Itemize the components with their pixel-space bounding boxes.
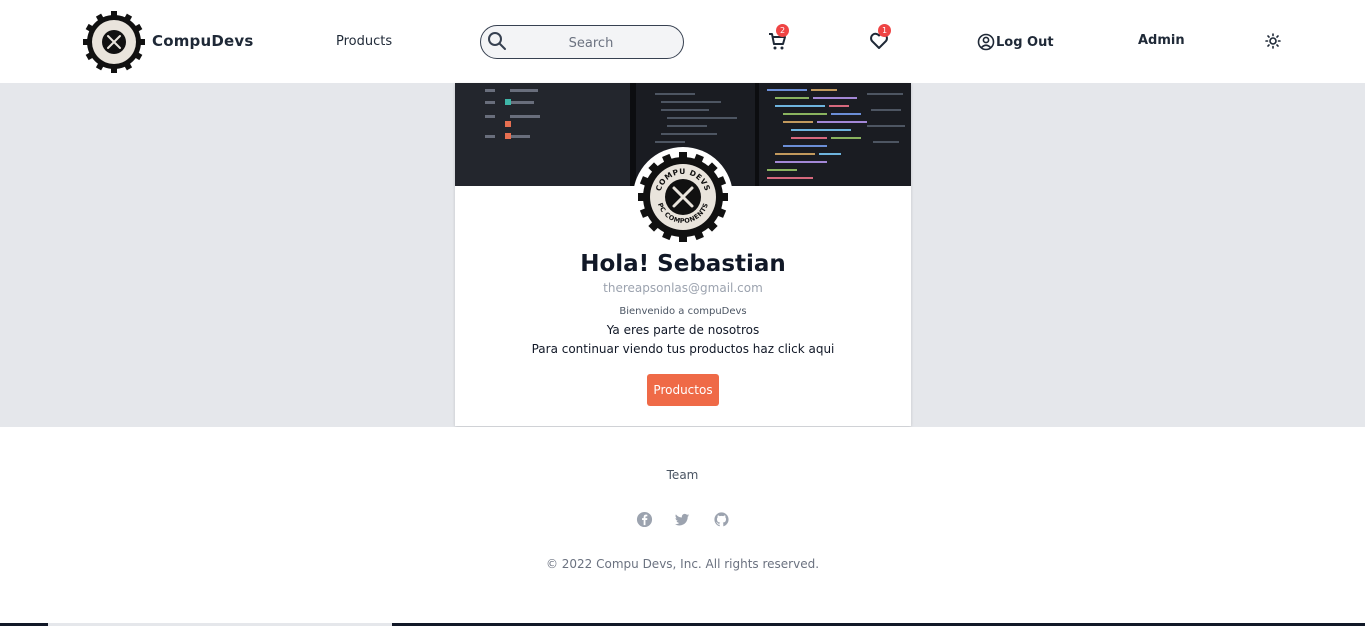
cart-count-badge: 2: [776, 24, 789, 37]
copyright-text: © 2022 Compu Devs, Inc. All rights reser…: [545, 557, 820, 571]
welcome-text: Bienvenido a compuDevs: [619, 306, 747, 317]
search-bar[interactable]: [480, 25, 684, 59]
greeting-title: Hola! Sebastian: [580, 251, 786, 277]
logout-label: Log Out: [996, 34, 1054, 50]
search-input[interactable]: [511, 33, 671, 53]
avatar: COMPU DEVS PC COMPONENTS: [633, 147, 733, 247]
top-navbar: CompuDevs Products 2 1 Log Out Admin: [0, 0, 1365, 83]
nav-products-link[interactable]: Products: [336, 34, 392, 49]
profile-card: COMPU DEVS PC COMPONENTS Hola! Sebastian…: [455, 83, 911, 426]
footer: Team © 2022 Compu Devs, Inc. All rights …: [0, 427, 1365, 626]
twitter-icon[interactable]: [674, 511, 691, 528]
logo-icon[interactable]: [82, 10, 146, 74]
brand-name[interactable]: CompuDevs: [152, 32, 254, 50]
theme-toggle[interactable]: [1265, 33, 1281, 49]
github-icon[interactable]: [713, 511, 730, 528]
wishlist-button[interactable]: 1: [869, 24, 891, 51]
continue-text: Para continuar viendo tus productos haz …: [531, 342, 835, 356]
user-circle-icon: [977, 33, 995, 51]
team-link[interactable]: Team: [667, 468, 699, 482]
wishlist-count-badge: 1: [878, 24, 891, 37]
footer-nav: Team: [0, 468, 1365, 482]
member-text: Ya eres parte de nosotros: [606, 323, 760, 337]
admin-link[interactable]: Admin: [1138, 33, 1185, 48]
products-button[interactable]: Productos: [647, 374, 719, 406]
main-content: COMPU DEVS PC COMPONENTS Hola! Sebastian…: [0, 83, 1365, 427]
search-icon: [488, 32, 506, 50]
user-email: thereapsonlas@gmail.com: [603, 281, 763, 295]
facebook-icon[interactable]: [636, 511, 653, 528]
social-links: [636, 511, 732, 529]
cart-button[interactable]: 2: [767, 24, 789, 51]
logout-button[interactable]: Log Out: [977, 32, 1054, 52]
sun-icon: [1265, 33, 1281, 49]
